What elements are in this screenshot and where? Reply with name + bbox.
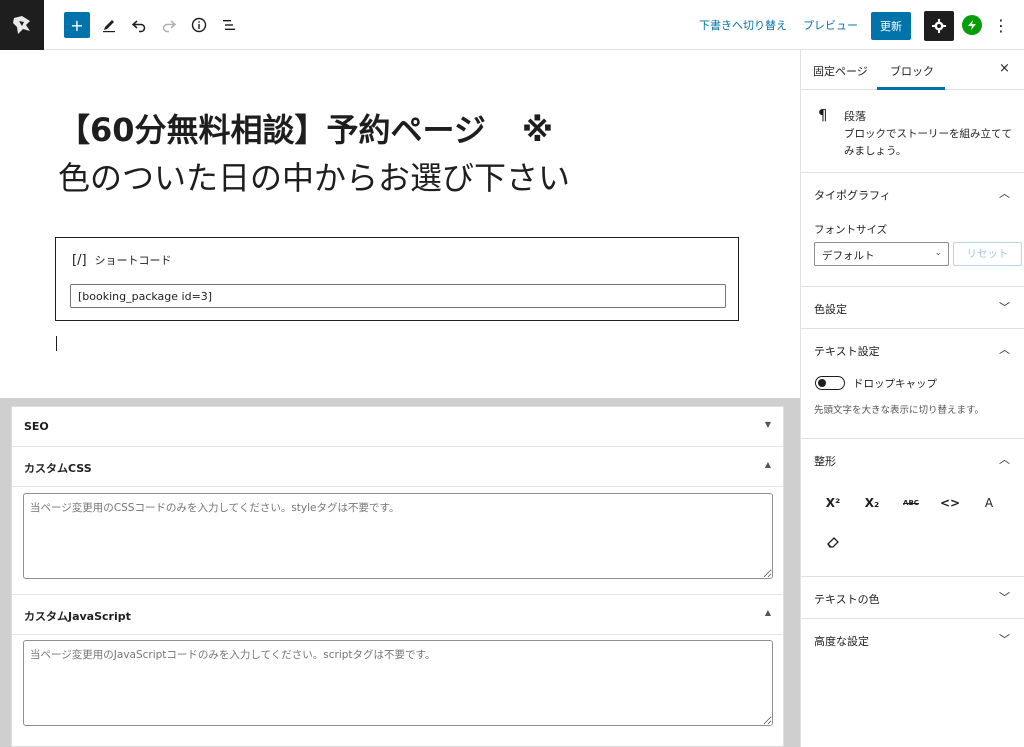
block-name: 段落 [844,110,866,123]
info-icon [191,17,207,33]
text-settings-title[interactable]: テキスト設定 [814,343,880,359]
shortcode-label-text: ショートコード [94,254,172,267]
chevron-down-icon: ⌄ [934,248,942,258]
collapse-arrow-icon: ▲ [764,608,771,617]
drop-cap-label: ドロップキャップ [853,378,937,390]
preview-button[interactable]: プレビュー [803,17,858,33]
toggle-knob [818,378,826,387]
bolt-icon [968,20,976,30]
eraser-icon [827,537,839,548]
tab-page[interactable]: 固定ページ [813,63,868,79]
advanced-title: 高度な設定 [814,635,869,648]
subscript-button[interactable]: X₂ [858,489,886,517]
color-settings-panel[interactable]: 色設定 ﹀ [801,287,1024,329]
details-button[interactable] [186,12,212,38]
settings-sidebar: 固定ページ ブロック × ¶ 段落 ブロックでストーリーを組み立ててみましょう。… [800,50,1024,747]
reset-button[interactable]: リセット [953,242,1022,266]
formatting-title[interactable]: 整形 [814,453,836,469]
jetpack-button[interactable] [962,15,982,35]
tab-block[interactable]: ブロック [890,63,934,79]
plus-icon: + [70,15,84,35]
gear-icon [932,19,946,33]
meta-boxes: SEO ▼ カスタムCSS ▲ カスタムJavaScript ▲ [11,406,784,747]
heading-line-1-text: 【60分無料相談】予約ページ [58,111,486,149]
undo-button[interactable] [126,12,152,38]
redo-icon [162,20,177,33]
list-view-button[interactable] [216,12,242,38]
paragraph-icon: ¶ [818,106,828,124]
site-logo-icon [13,16,30,34]
color-settings-title: 色設定 [814,303,847,316]
chevron-up-icon[interactable]: ︿ [999,341,1010,357]
list-view-icon [223,20,235,30]
heading-line-2: 色のついた日の中からお選び下さい [58,159,571,197]
seo-panel-title: SEO [24,420,49,433]
custom-css-textarea[interactable] [23,493,773,579]
shortcode-icon: [/] [72,253,87,268]
sidebar-tabs: 固定ページ ブロック × [801,50,1024,90]
text-color-panel[interactable]: テキストの色 ﹀ [801,577,1024,619]
collapse-arrow-icon: ▲ [764,460,771,469]
meta-boxes-area: SEO ▼ カスタムCSS ▲ カスタムJavaScript ▲ [0,398,800,747]
formatting-panel: 整形 ︿ X² X₂ ABC <> A [801,439,1024,577]
block-description: ブロックでストーリーを組み立ててみましょう。 [844,128,1012,157]
shortcode-block[interactable]: [/] ショートコード [booking_package id=3] [55,237,739,321]
font-size-label: フォントサイズ [814,224,888,236]
chevron-down-icon: ﹀ [999,301,1010,314]
editor-canvas: 【60分無料相談】予約ページ ※ 色のついた日の中からお選び下さい [/] ショート… [0,50,800,398]
chevron-down-icon: ﹀ [999,591,1010,604]
more-options-button[interactable]: ⋮ [992,12,1010,38]
typography-title[interactable]: タイポグラフィ [814,187,891,203]
heading-line-1: 【60分無料相談】予約ページ ※ [58,106,758,154]
seo-panel-header[interactable]: SEO ▼ [12,407,783,447]
shortcode-label: [/] ショートコード [72,252,172,268]
redo-button[interactable] [156,12,182,38]
switch-to-draft-link[interactable]: 下書きへ切り替え [699,17,787,33]
pencil-icon [103,20,115,33]
custom-css-panel-title: カスタムCSS [24,462,92,475]
site-logo-button[interactable] [0,0,44,50]
superscript-button[interactable]: X² [819,489,847,517]
font-size-value: デフォルト [822,250,875,262]
block-card: ¶ 段落 ブロックでストーリーを組み立ててみましょう。 [801,90,1024,173]
custom-css-panel-header[interactable]: カスタムCSS ▲ [12,447,783,487]
update-button[interactable]: 更新 [871,12,911,40]
tools-button[interactable] [96,12,122,38]
font-size-select[interactable]: デフォルト ⌄ [814,242,949,266]
editor-header: + 下書きへ切り替え プレビュー 更新 ⋮ [0,0,1024,50]
custom-js-panel-header[interactable]: カスタムJavaScript ▲ [12,595,783,635]
chevron-up-icon[interactable]: ︿ [999,451,1010,467]
inline-code-button[interactable]: <> [936,489,964,517]
add-block-button[interactable]: + [64,12,90,38]
expand-arrow-icon: ▼ [764,420,771,429]
text-caret[interactable] [56,336,57,351]
settings-button[interactable] [924,11,954,41]
text-color-title: テキストの色 [814,593,880,606]
chevron-down-icon: ﹀ [999,633,1010,646]
post-heading[interactable]: 【60分無料相談】予約ページ ※ 色のついた日の中からお選び下さい [58,106,758,202]
undo-icon [131,20,146,33]
drop-cap-help: 先頭文字を大きな表示に切り替えます。 [814,405,985,416]
advanced-panel[interactable]: 高度な設定 ﹀ [801,619,1024,661]
close-icon[interactable]: × [999,61,1010,76]
heading-mark: ※ [521,111,554,149]
drop-cap-toggle[interactable] [815,376,845,390]
strikethrough-button[interactable]: ABC [897,489,925,517]
custom-js-textarea[interactable] [23,640,773,726]
shortcode-input[interactable]: [booking_package id=3] [70,284,726,308]
text-color-button[interactable]: A [975,489,1003,517]
chevron-up-icon[interactable]: ︿ [999,185,1010,201]
custom-js-panel-title: カスタムJavaScript [24,610,131,623]
clear-formatting-button[interactable] [819,528,847,556]
